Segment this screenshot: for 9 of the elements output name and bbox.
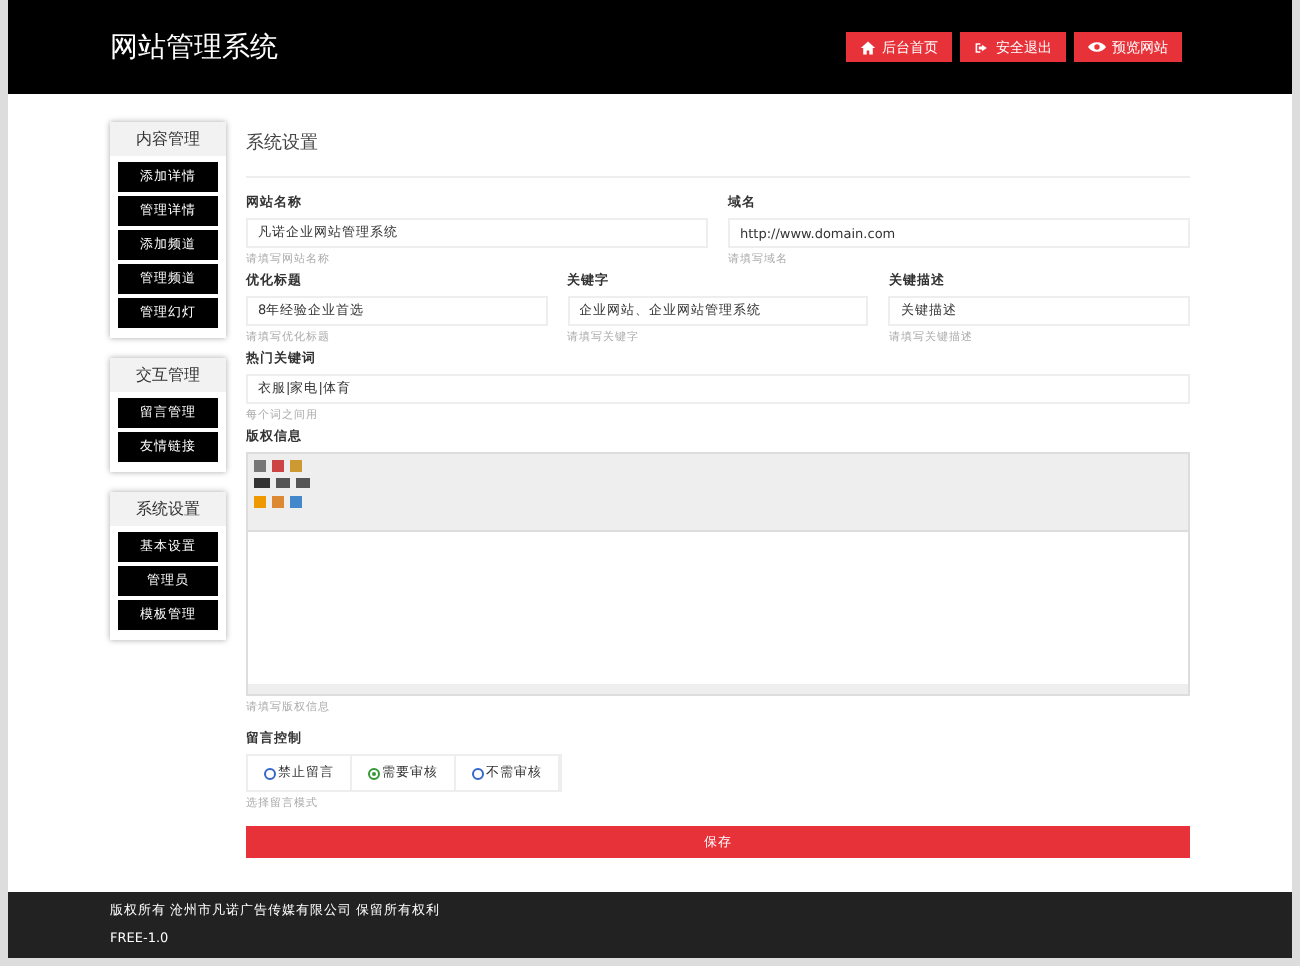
panel-title: 系统设置 [110, 492, 226, 526]
exit-icon [974, 39, 990, 55]
rich-text-editor[interactable] [246, 452, 1190, 696]
site-title: 网站管理系统 [110, 29, 278, 65]
page-title: 系统设置 [246, 122, 1190, 178]
home-icon [860, 39, 876, 55]
panel-title: 内容管理 [110, 122, 226, 156]
eye-icon [1088, 40, 1106, 54]
panel-title: 交互管理 [110, 358, 226, 392]
